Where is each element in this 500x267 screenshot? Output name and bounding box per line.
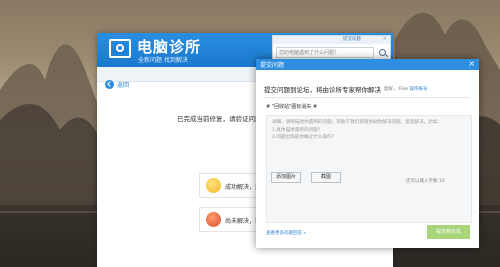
add-image-button[interactable]: 添加图片 bbox=[271, 172, 301, 183]
back-label: 返回 bbox=[117, 82, 130, 89]
search-panel: 提交问题 × 您的电脑遇到了什么问题？ bbox=[272, 35, 391, 61]
search-panel-close-icon[interactable]: × bbox=[383, 36, 387, 42]
question-body-textarea[interactable]: 详细、清晰描述你遇到的问题，有助于我们快速协助你解决问题，帮您解决，比如： 1.… bbox=[266, 115, 472, 223]
user-info: 您好， Fine 操作帐号 bbox=[384, 86, 428, 92]
submit-to-forum-button[interactable]: 提交到论坛 bbox=[427, 225, 470, 239]
view-more-answers-link[interactable]: 查看更多问题回答 » bbox=[266, 230, 306, 236]
user-id: Fine bbox=[398, 87, 409, 92]
word-limit-counter: 还可以输入字数 10 bbox=[406, 179, 445, 184]
dialog-heading: 提交问题到论坛，将由诊所专家帮你解决 bbox=[264, 86, 381, 94]
question-title-field[interactable]: # "回收站"图标消失 # bbox=[266, 103, 472, 115]
repair-done-message: 已完成当前修复，请验证问题 bbox=[177, 115, 262, 123]
body-placeholder-line: 详细、清晰描述你遇到的问题，有助于我们快速协助你解决问题，帮您解决，比如： bbox=[272, 120, 442, 125]
app-title: 电脑诊所 bbox=[137, 38, 202, 56]
happy-face-icon bbox=[206, 178, 221, 193]
submit-question-dialog: 提交问题 × 提交问题到论坛，将由诊所专家帮你解决 您好， Fine 操作帐号 … bbox=[256, 59, 479, 248]
back-button[interactable]: 返回 bbox=[105, 80, 129, 89]
desktop: 电脑诊所 全新问题 找到解决 返回 已完成当前修复，请验证问题 成功解决，返 尚… bbox=[0, 0, 500, 267]
dialog-title: 提交问题 bbox=[260, 62, 285, 69]
dialog-header: 提交问题 × bbox=[256, 59, 479, 70]
search-panel-title: 提交问题 bbox=[343, 37, 361, 42]
app-subtitle: 全新问题 找到解决 bbox=[138, 57, 188, 64]
monitor-logo-icon bbox=[109, 39, 131, 58]
sad-face-icon bbox=[206, 212, 221, 227]
body-placeholder-line: 2.问题出现前你做过什么操作？ bbox=[272, 135, 337, 140]
user-greeting: 您好， bbox=[384, 87, 398, 92]
back-arrow-icon bbox=[105, 80, 114, 89]
search-icon bbox=[378, 49, 386, 56]
dialog-close-icon[interactable]: × bbox=[468, 59, 475, 69]
search-panel-header: 提交问题 × bbox=[273, 36, 390, 44]
switch-account-link[interactable]: 操作帐号 bbox=[410, 87, 428, 92]
search-input[interactable]: 您的电脑遇到了什么问题？ bbox=[276, 47, 374, 58]
screenshot-button[interactable]: 截图 bbox=[311, 172, 341, 183]
body-placeholder-line: 1.具体描述遇到的问题？ bbox=[272, 127, 323, 133]
divider bbox=[264, 97, 470, 98]
search-button[interactable] bbox=[376, 47, 388, 58]
